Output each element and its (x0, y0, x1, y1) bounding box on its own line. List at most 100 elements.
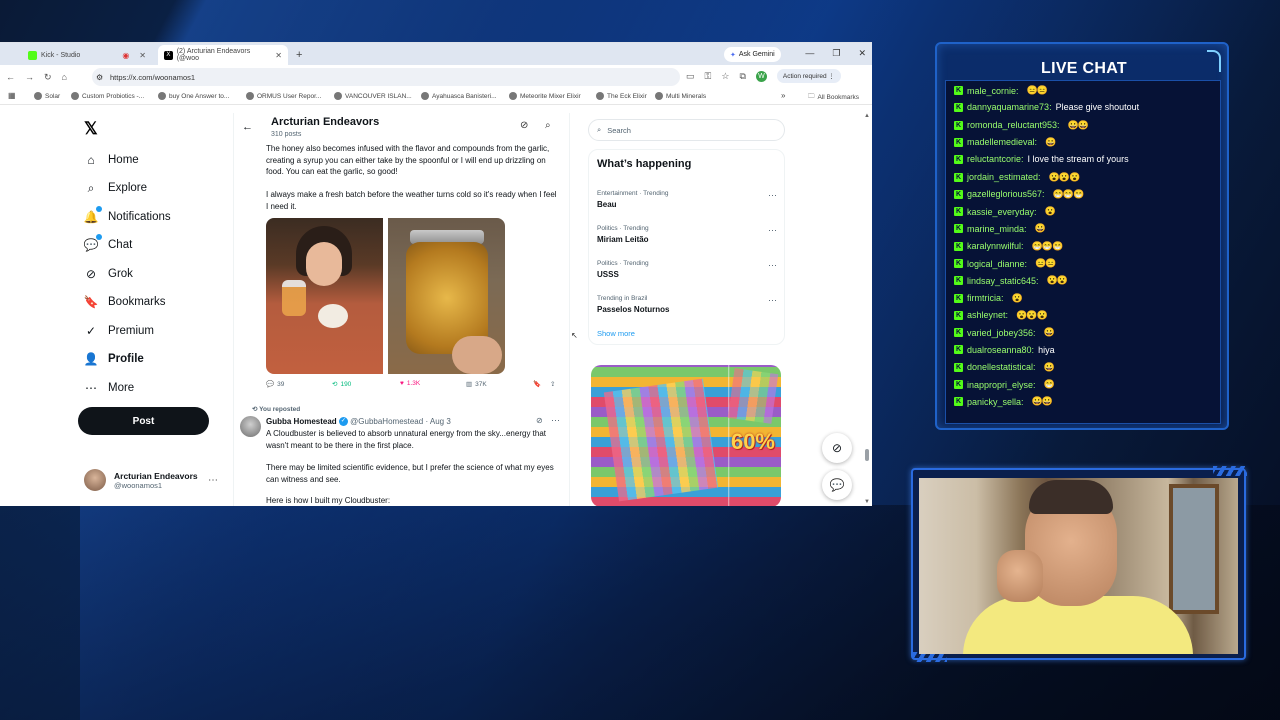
nav-grok[interactable]: ⊘ Grok (84, 267, 133, 281)
minimize-icon[interactable]: — (805, 48, 814, 59)
apps-icon[interactable]: ▦ (8, 91, 16, 100)
scroll-down-icon[interactable]: ▼ (864, 499, 870, 505)
new-tab-button[interactable]: + (288, 45, 310, 65)
more-options-icon[interactable]: ⋯ (768, 295, 777, 306)
search-input[interactable]: ⌕ Search (588, 119, 785, 141)
chat-username[interactable]: inappropri_elyse: (967, 380, 1036, 390)
chat-username[interactable]: karalynnwilful: (967, 241, 1024, 251)
tweet-image-woman-honey-jar[interactable] (266, 218, 383, 374)
action-required-button[interactable]: Action required ⋮ (776, 69, 841, 83)
back-arrow-icon[interactable]: ← (242, 121, 253, 133)
author-name[interactable]: Gubba Homestead (266, 417, 337, 426)
chat-username[interactable]: madellemedieval: (967, 137, 1037, 147)
chat-username[interactable]: lindsay_static645: (967, 276, 1039, 286)
ad-image-patchwork-shirts[interactable]: 60% (591, 365, 781, 506)
url-field[interactable]: ⚙ https://x.com/woonamos1 (92, 68, 680, 86)
star-icon[interactable]: ☆ (721, 71, 729, 82)
bookmark-item[interactable]: Ayahuasca Banisteri... (421, 92, 497, 100)
bookmark-item[interactable]: The Eck Elixir (596, 92, 647, 100)
nav-explore[interactable]: ⌕ Explore (84, 181, 147, 195)
bookmark-item[interactable]: Custom Probiotics -... (71, 92, 144, 100)
extensions-icon[interactable]: ⧉ (739, 71, 745, 82)
chat-username[interactable]: kassie_everyday: (967, 207, 1037, 217)
scrollbar[interactable]: ▲ ▼ (864, 113, 870, 506)
bookmark-item[interactable]: ORMUS User Repor... (246, 92, 321, 100)
bookmark-icon[interactable]: 🔖 (533, 380, 541, 388)
chat-username[interactable]: panicky_sella: (967, 397, 1024, 407)
author-handle[interactable]: @GubbaHomestead (350, 417, 423, 426)
trend-item[interactable]: Politics · Trending Miriam Leitão ⋯ (597, 225, 777, 244)
bookmark-item[interactable]: Meteorite Mixer Elixir (509, 92, 581, 100)
chat-username[interactable]: gazelleglorious567: (967, 189, 1045, 199)
views-button[interactable]: ▥ 37K (466, 380, 487, 389)
chat-username[interactable]: donellestatistical: (967, 362, 1036, 372)
chat-username[interactable]: firmtricia: (967, 293, 1004, 303)
nav-home[interactable]: ⌂ Home (84, 153, 138, 167)
bookmark-item[interactable]: Solar (34, 92, 60, 100)
search-icon[interactable]: ⌕ (545, 120, 551, 131)
forward-icon[interactable]: → (25, 72, 34, 82)
home-icon[interactable]: ⌂ (62, 72, 67, 82)
maximize-icon[interactable]: ❐ (832, 48, 840, 59)
scrollbar-thumb[interactable] (865, 449, 869, 461)
grok-icon[interactable]: ⊘ (520, 120, 528, 131)
grok-fab-button[interactable]: ⊘ (822, 433, 852, 463)
bookmark-item[interactable]: buy One Answer to... (158, 92, 229, 100)
scroll-up-icon[interactable]: ▲ (864, 113, 870, 119)
chat-username[interactable]: reluctantcorie: (967, 154, 1024, 164)
chat-username[interactable]: jordain_estimated: (967, 172, 1041, 182)
chat-username[interactable]: male_cornie: (967, 86, 1019, 96)
chat-username[interactable]: dannyaquamarine73: (967, 102, 1052, 112)
nav-notifications[interactable]: 🔔 Notifications (84, 206, 171, 224)
tweet-date[interactable]: · Aug 3 (425, 417, 450, 426)
trend-item[interactable]: Politics · Trending USSS ⋯ (597, 260, 777, 279)
tab-kick-studio[interactable]: Kick - Studio ◉ ✕ (22, 45, 152, 65)
chat-username[interactable]: ashleynet: (967, 310, 1008, 320)
x-logo-icon[interactable]: 𝕏 (84, 119, 98, 139)
close-tab-icon[interactable]: ✕ (275, 51, 282, 60)
nav-label: More (108, 382, 135, 394)
site-info-icon[interactable]: ⚙ (96, 73, 103, 82)
chat-username[interactable]: logical_dianne: (967, 259, 1027, 269)
cast-icon[interactable]: ▭ (686, 71, 695, 82)
back-icon[interactable]: ← (6, 72, 15, 82)
all-bookmarks-item[interactable]: 🗀 All Bookmarks (808, 92, 859, 103)
account-switcher[interactable]: Arcturian Endeavors @woonamos1 ⋯ (84, 469, 218, 491)
repost-button[interactable]: ⟲ 190 (332, 380, 351, 389)
nav-bookmarks[interactable]: 🔖 Bookmarks (84, 295, 166, 309)
profile-avatar[interactable]: W (755, 70, 767, 82)
show-more-link[interactable]: Show more (597, 329, 635, 338)
ask-gemini-button[interactable]: ✦ Ask Gemini (724, 47, 781, 62)
more-options-icon[interactable]: ⋯ (551, 415, 560, 426)
chat-username[interactable]: romonda_reluctant953: (967, 120, 1060, 130)
password-key-icon[interactable]: ⚿ (705, 71, 712, 82)
chat-username[interactable]: marine_minda: (967, 224, 1027, 234)
more-options-icon[interactable]: ⋯ (208, 475, 218, 486)
more-options-icon[interactable]: ⋯ (768, 225, 777, 236)
grok-icon[interactable]: ⊘ (536, 416, 543, 425)
chevron-right-icon[interactable]: » (781, 91, 785, 100)
bookmark-item[interactable]: Multi Minerals (655, 92, 706, 100)
nav-profile[interactable]: 👤 Profile (84, 352, 144, 366)
nav-premium[interactable]: ✓ Premium (84, 324, 154, 338)
share-icon[interactable]: ⇪ (550, 380, 555, 388)
bookmark-item[interactable]: VANCOUVER ISLAN... (334, 92, 412, 100)
close-tab-icon[interactable]: ✕ (139, 51, 146, 60)
nav-more[interactable]: ⋯ More (84, 381, 134, 395)
like-button[interactable]: ♥ 1.3K (400, 380, 420, 387)
trend-item[interactable]: Entertainment · Trending Beau ⋯ (597, 190, 777, 209)
chat-username[interactable]: varied_jobey356: (967, 328, 1036, 338)
close-window-icon[interactable]: ✕ (858, 48, 866, 59)
post-button[interactable]: Post (78, 407, 209, 435)
tab-x-profile[interactable]: X (2) Arcturian Endeavors (@woo ✕ (158, 45, 288, 65)
messages-fab-button[interactable]: 💬 (822, 470, 852, 500)
reply-button[interactable]: 💬 39 (266, 380, 284, 389)
more-options-icon[interactable]: ⋯ (768, 190, 777, 201)
chat-username[interactable]: dualroseanna80: (967, 345, 1034, 355)
avatar[interactable] (240, 416, 261, 437)
reload-icon[interactable]: ↻ (44, 72, 52, 83)
trend-item[interactable]: Trending in Brazil Passelos Noturnos ⋯ (597, 295, 777, 314)
more-options-icon[interactable]: ⋯ (768, 260, 777, 271)
nav-chat[interactable]: 💬 Chat (84, 234, 132, 252)
tweet-image-garlic-honey-jar[interactable] (388, 218, 505, 374)
